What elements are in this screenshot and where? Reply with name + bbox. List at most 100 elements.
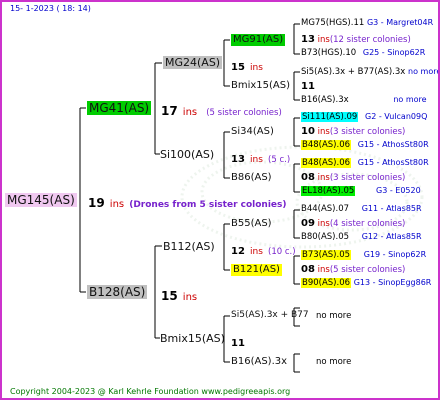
- b112-ins-count: 12: [231, 246, 245, 257]
- g4-info-14: G12 - Atlas85R: [361, 232, 422, 241]
- g4-info-8: G15 - AthosSt80R: [357, 140, 429, 149]
- g4-num-4: 11: [301, 81, 315, 92]
- g4-row-5: B16(AS).3x no more: [301, 96, 427, 105]
- g4-info-5: no more: [393, 95, 427, 104]
- g4-row-6: Si111(AS).09 G2 - Vulcan09Q: [301, 112, 428, 122]
- root-ins-group: 19 ins (Drones from 5 sister colonies): [88, 194, 287, 210]
- si100-ins-label: ins: [250, 155, 263, 165]
- queen-si34[interactable]: Si34(AS): [231, 127, 274, 137]
- g4-row-4: 11: [301, 82, 315, 92]
- si100-ins-group: 13 ins (5 c.): [231, 149, 290, 165]
- queen-b86[interactable]: B86(AS): [231, 173, 272, 183]
- g4-ins-10: ins: [317, 173, 330, 183]
- g4-name-12[interactable]: B44(AS).07: [301, 204, 349, 214]
- g4-note-1: (12 sister colonies): [329, 35, 411, 45]
- g4-name-2[interactable]: B73(HGS).10: [301, 48, 356, 58]
- g4-num-16: 08: [301, 264, 315, 275]
- g4-info-11: G3 - E0520: [376, 186, 421, 195]
- root-ins-count: 19: [88, 196, 105, 210]
- queen-bmix15-b128[interactable]: Bmix15(AS): [160, 333, 225, 344]
- g4-row-10: 08 ins(3 sister colonies): [301, 173, 405, 183]
- g4-info-9: G15 - AthosSt80R: [357, 158, 429, 167]
- g4-info-6: G2 - Vulcan09Q: [365, 112, 428, 121]
- queen-b55[interactable]: B55(AS): [231, 219, 272, 229]
- mg41-ins-group: 17 ins (5 sister colonies): [161, 102, 282, 118]
- g4-info-15: G19 - Sinop62R: [363, 250, 427, 259]
- g4-info-0: G3 - Margret04R: [366, 18, 434, 27]
- queen-b121[interactable]: B121(AS): [231, 264, 282, 276]
- g4-num-1: 13: [301, 34, 315, 45]
- g4-ins-13: ins: [317, 219, 330, 229]
- g4-note-16: (5 sister colonies): [329, 265, 406, 275]
- g4-info-17: G13 - SinopEgg86R: [353, 278, 432, 287]
- g4-name-9[interactable]: B48(AS).06: [301, 158, 352, 168]
- g4-name-0[interactable]: MG75(HGS).11: [301, 18, 364, 28]
- g4-info-2: G25 - Sinop62R: [362, 48, 426, 57]
- g4-info-3: no more: [408, 67, 440, 76]
- g4-ins-16: ins: [317, 265, 330, 275]
- root-note: (Drones from 5 sister colonies): [129, 200, 287, 210]
- queen-b128[interactable]: B128(AS): [87, 285, 148, 299]
- g4-row-0: MG75(HGS).11 G3 - Margret04R: [301, 19, 433, 28]
- bmix15-ins-count: 11: [231, 338, 245, 349]
- bmix15-ins-group: 11: [231, 333, 245, 349]
- b128-ins-label: ins: [182, 292, 198, 303]
- mg41-ins-count: 17: [161, 104, 178, 118]
- g4-info-12: G11 - Atlas85R: [361, 204, 422, 213]
- mg41-ins-label: ins: [182, 107, 198, 118]
- queen-b112[interactable]: B112(AS): [163, 241, 215, 252]
- queen-mg91[interactable]: MG91(AS): [231, 34, 286, 46]
- g4-row-14: B80(AS).05 G12 - Atlas85R: [301, 233, 422, 242]
- si100-note: (5 c.): [268, 155, 291, 165]
- g4-note-13: (4 sister colonies): [329, 219, 406, 229]
- root-ins-label: ins: [109, 199, 125, 210]
- pedigree-frame: 15- 1-2023 ( 18: 14) MG145(AS) 19 ins (D…: [0, 0, 440, 400]
- g4-note-7: (3 sister colonies): [329, 127, 406, 137]
- queen-si5-b77[interactable]: Si5(AS).3x + B77: [231, 311, 309, 320]
- g4-name-15[interactable]: B73(AS).05: [301, 250, 352, 260]
- queen-mg24[interactable]: MG24(AS): [163, 56, 223, 69]
- queen-b16[interactable]: B16(AS).3x: [231, 357, 287, 367]
- g4-ins-7: ins: [317, 127, 330, 137]
- g4-name-8[interactable]: B48(AS).06: [301, 140, 352, 150]
- root-queen[interactable]: MG145(AS): [5, 193, 77, 207]
- mg24-ins-label: ins: [250, 63, 263, 73]
- b112-ins-group: 12 ins (10 c.): [231, 241, 296, 257]
- g4-name-14[interactable]: B80(AS).05: [301, 232, 349, 242]
- g4-row-11: EL18(AS).05 G3 - E0520: [301, 186, 421, 196]
- queen-mg41[interactable]: MG41(AS): [87, 101, 152, 115]
- mg24-ins-group: 15 ins: [231, 57, 263, 73]
- b16-no-more: no more: [316, 357, 352, 367]
- si5-b77-no-more: no more: [316, 311, 352, 321]
- b112-note: (10 c.): [268, 247, 296, 257]
- g4-row-3: Si5(AS).3x + B77(AS).3x no more: [301, 67, 440, 77]
- g4-row-13: 09 ins(4 sister colonies): [301, 219, 405, 229]
- g4-ins-1: ins: [317, 35, 330, 45]
- b128-ins-group: 15 ins: [161, 287, 197, 303]
- mg24-ins-count: 15: [231, 62, 245, 73]
- g4-num-10: 08: [301, 172, 315, 183]
- queen-bmix15-mg24[interactable]: Bmix15(AS): [231, 81, 290, 91]
- g4-note-10: (3 sister colonies): [329, 173, 406, 183]
- mg41-note: (5 sister colonies): [206, 108, 282, 118]
- g4-name-17[interactable]: B90(AS).06: [301, 278, 352, 288]
- g4-name-6[interactable]: Si111(AS).09: [301, 112, 359, 122]
- copyright-footer: Copyright 2004-2023 @ Karl Kehrle Founda…: [10, 387, 291, 396]
- g4-num-13: 09: [301, 218, 315, 229]
- g4-row-1: 13 ins(12 sister colonies): [301, 35, 411, 45]
- g4-row-17: B90(AS).06 G13 - SinopEgg86R: [301, 278, 432, 288]
- g4-name-11[interactable]: EL18(AS).05: [301, 186, 356, 196]
- b112-ins-label: ins: [250, 247, 263, 257]
- g4-row-7: 10 ins(3 sister colonies): [301, 127, 405, 137]
- g4-row-9: B48(AS).06 G15 - AthosSt80R: [301, 158, 429, 168]
- g4-row-12: B44(AS).07 G11 - Atlas85R: [301, 205, 422, 214]
- g4-row-15: B73(AS).05 G19 - Sinop62R: [301, 250, 427, 260]
- report-date: 15- 1-2023 ( 18: 14): [10, 4, 91, 13]
- g4-num-7: 10: [301, 126, 315, 137]
- g4-row-8: B48(AS).06 G15 - AthosSt80R: [301, 140, 429, 150]
- b128-ins-count: 15: [161, 289, 178, 303]
- g4-name-3[interactable]: Si5(AS).3x + B77(AS).3x: [301, 67, 405, 77]
- queen-si100[interactable]: Si100(AS): [160, 149, 214, 160]
- g4-row-2: B73(HGS).10 G25 - Sinop62R: [301, 49, 425, 58]
- g4-name-5[interactable]: B16(AS).3x: [301, 95, 349, 105]
